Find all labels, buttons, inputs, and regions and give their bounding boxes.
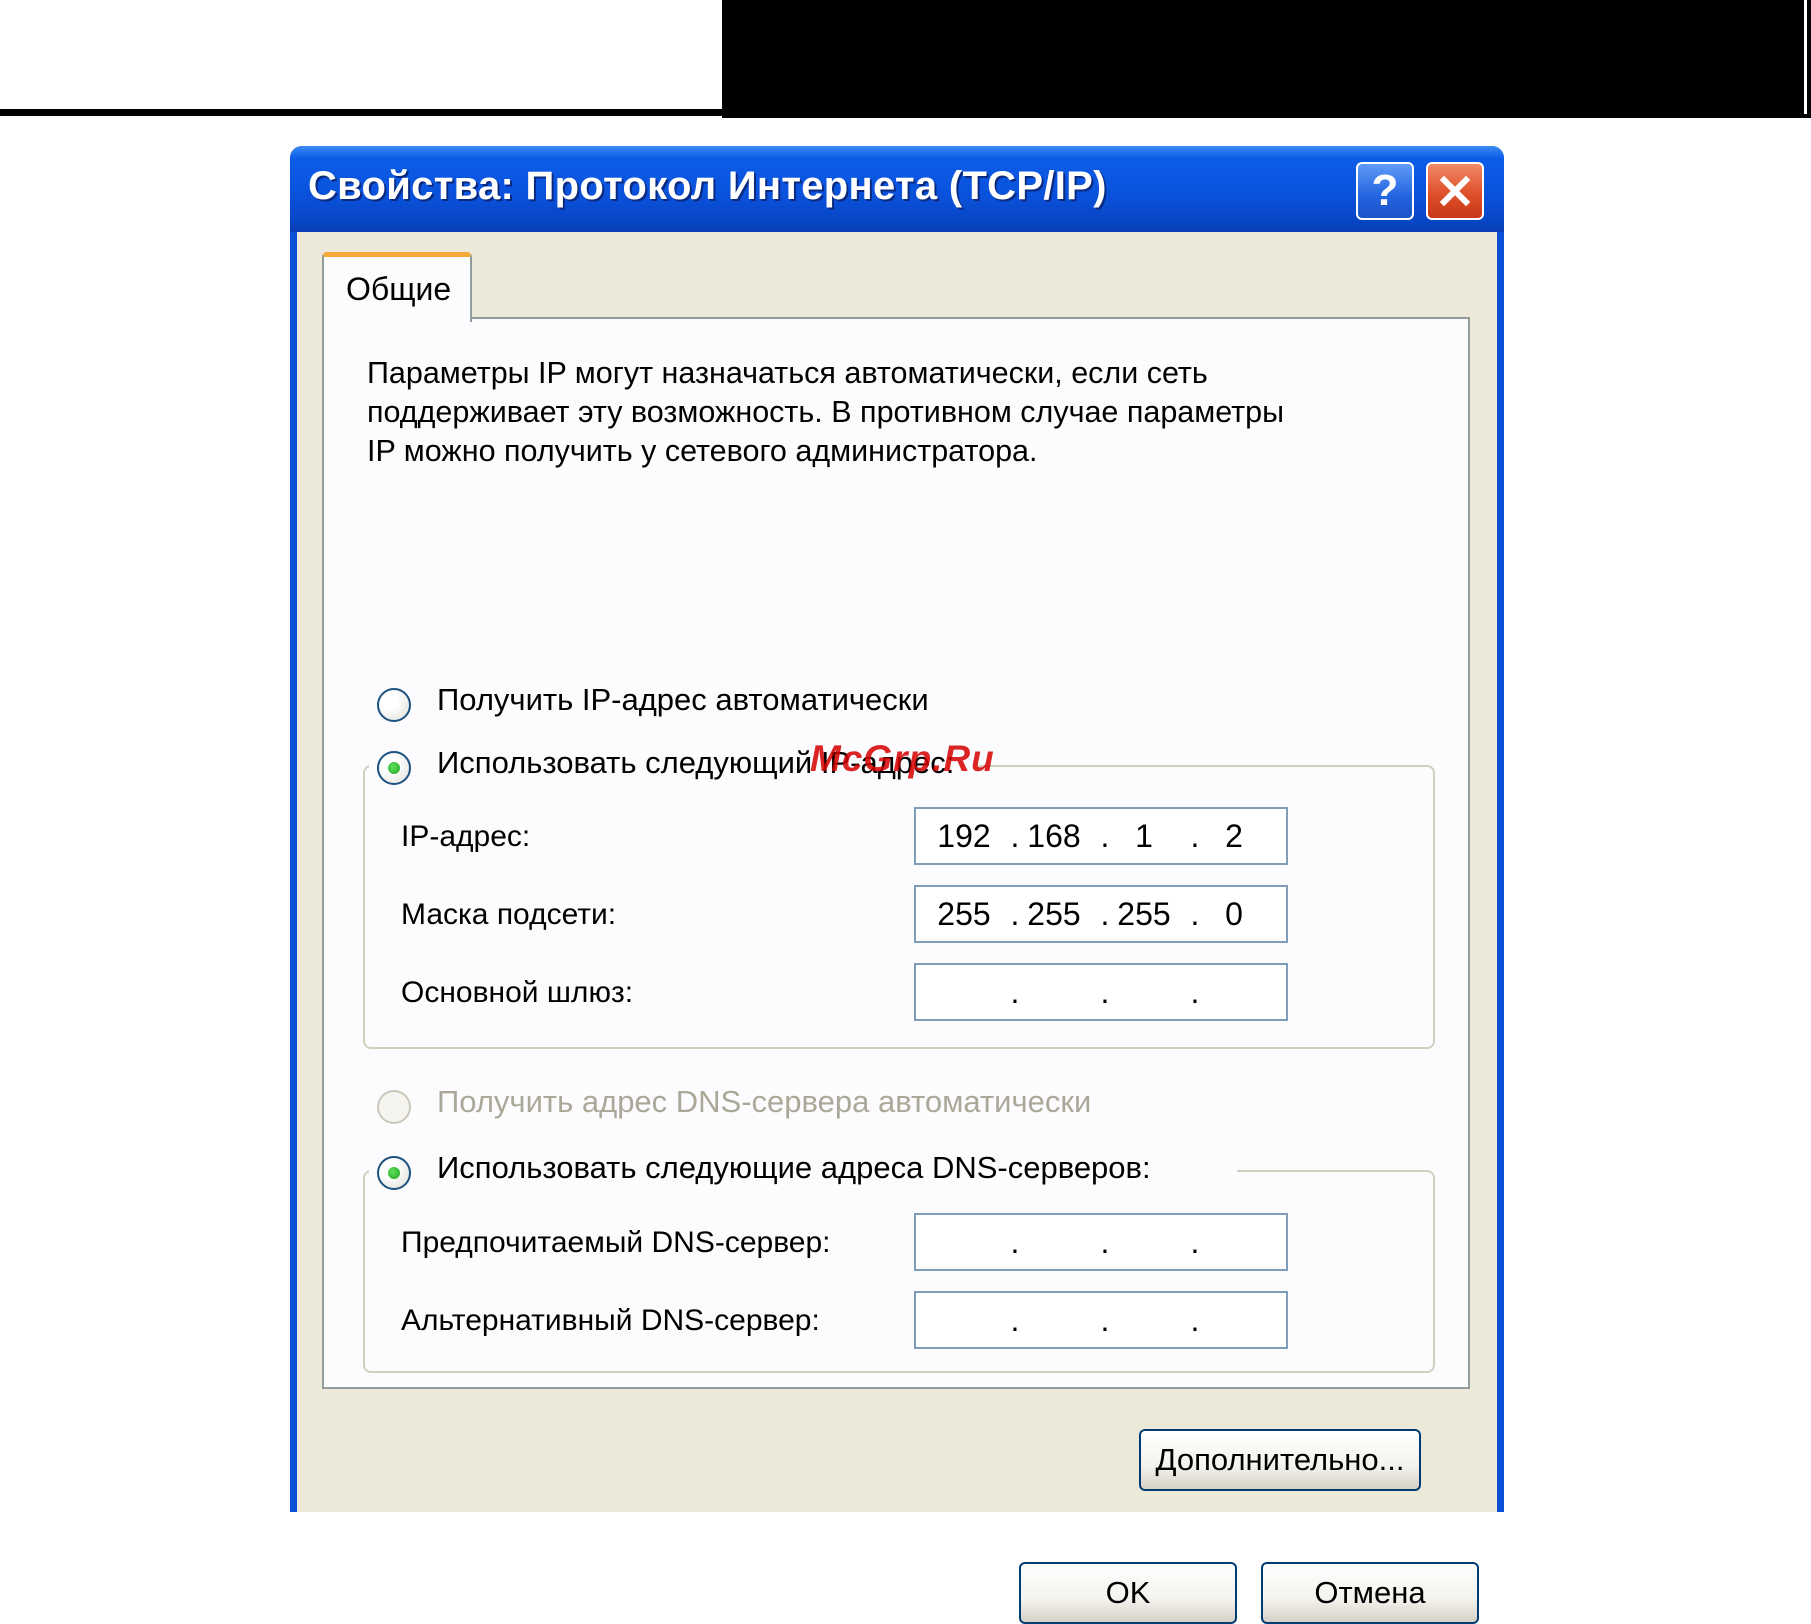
help-button[interactable]: ? (1356, 162, 1414, 220)
auto-dns-label: Получить адрес DNS-сервера автоматически (437, 1084, 1092, 1119)
help-icon: ? (1371, 166, 1399, 215)
manual-ip-radio[interactable] (377, 751, 411, 785)
ip-dot: . (1010, 974, 1020, 1010)
dialog-client-area: Общие Параметры IP могут назначаться авт… (297, 232, 1497, 1624)
alternate-dns-input[interactable]: . . . (914, 1291, 1288, 1349)
ip-octet-2: 168 (1027, 818, 1081, 854)
close-x-icon (1439, 175, 1471, 207)
ip-dot: . (1010, 1224, 1020, 1260)
manual-dns-label[interactable]: Использовать следующие адреса DNS-сервер… (437, 1150, 1151, 1186)
ip-dot: . (1190, 974, 1200, 1010)
ip-dot: . (1190, 1224, 1200, 1260)
mask-octet-2: 255 (1027, 896, 1081, 932)
ip-octet-4: 2 (1225, 818, 1243, 854)
watermark: McGrp.Ru (810, 738, 995, 779)
ip-octet-3: 1 (1135, 818, 1153, 854)
cancel-button[interactable]: Отмена (1261, 1562, 1479, 1624)
description-text: Параметры IP могут назначаться автоматич… (367, 356, 1285, 468)
preferred-dns-label: Предпочитаемый DNS-сервер: (401, 1226, 831, 1259)
ok-button[interactable]: OK (1019, 1562, 1237, 1624)
ip-address-label: IP-адрес: (401, 820, 531, 853)
gateway-label: Основной шлюз: (401, 976, 634, 1009)
alternate-dns-label: Альтернативный DNS-сервер: (401, 1304, 820, 1337)
gateway-input[interactable]: . . . (914, 963, 1288, 1021)
mask-octet-4: 0 (1225, 896, 1243, 932)
subnet-mask-label: Маска подсети: (401, 898, 617, 931)
mask-octet-1: 255 (937, 896, 991, 932)
tab-general[interactable]: Общие (322, 252, 472, 322)
top-block-edge-line (1804, 0, 1807, 114)
ip-dot: . (1010, 1302, 1020, 1338)
auto-ip-label[interactable]: Получить IP-адрес автоматически (437, 682, 929, 718)
auto-dns-radio (377, 1090, 411, 1124)
auto-ip-radio[interactable] (377, 688, 411, 722)
manual-dns-radio[interactable] (377, 1156, 411, 1190)
ip-dot: . (1190, 1302, 1200, 1338)
ip-address-input[interactable]: 192 . 168 . 1 . 2 (914, 807, 1288, 865)
ip-octet-1: 192 (937, 818, 991, 854)
ip-dot: . (1100, 974, 1110, 1010)
window-title: Свойства: Протокол Интернета (TCP/IP) (308, 164, 1107, 208)
tcpip-properties-dialog: Свойства: Протокол Интернета (TCP/IP) ? … (290, 146, 1504, 1624)
advanced-button[interactable]: Дополнительно... (1139, 1429, 1421, 1491)
ip-dot: . (1100, 1302, 1110, 1338)
subnet-mask-input[interactable]: 255 . 255 . 255 . 0 (914, 885, 1288, 943)
title-bar[interactable]: Свойства: Протокол Интернета (TCP/IP) ? (290, 146, 1504, 232)
ip-dot: . (1100, 1224, 1110, 1260)
close-button[interactable] (1426, 162, 1484, 220)
top-black-block (722, 0, 1811, 118)
mask-octet-3: 255 (1117, 896, 1171, 932)
top-black-rule (0, 109, 722, 116)
preferred-dns-input[interactable]: . . . (914, 1213, 1288, 1271)
